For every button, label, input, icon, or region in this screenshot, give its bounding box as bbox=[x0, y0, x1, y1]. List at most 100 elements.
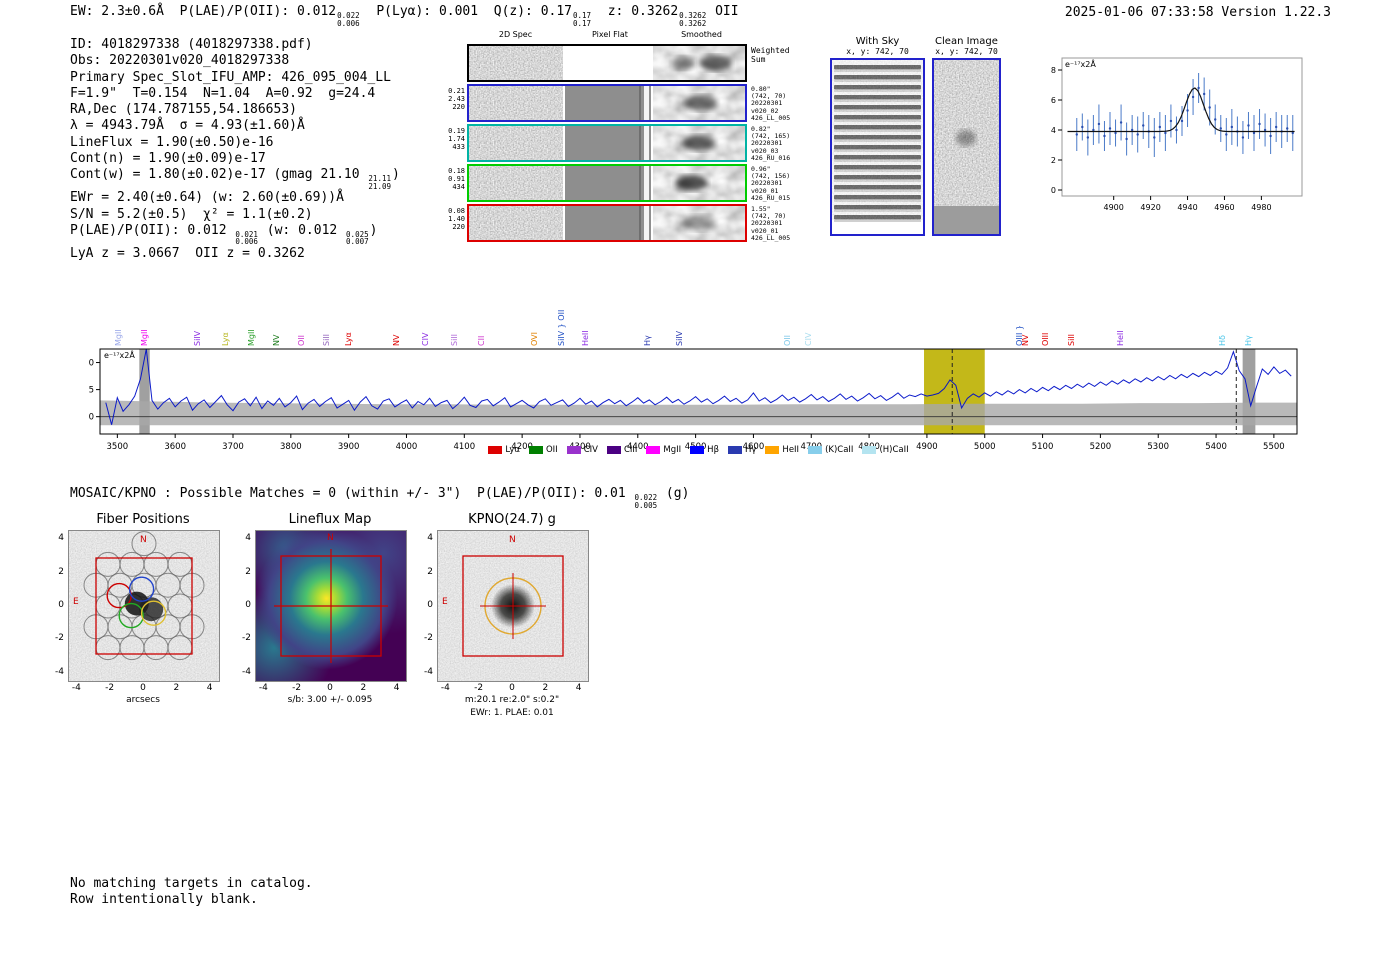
info-line: F=1.9" T=0.154 N=1.04 A=0.92 g=24.4 bbox=[70, 85, 376, 101]
kpno-title: KPNO(24.7) g bbox=[468, 512, 556, 527]
legend-swatch bbox=[862, 446, 877, 454]
footer-line: Row intentionally blank. bbox=[70, 891, 258, 907]
svg-text:0: 0 bbox=[89, 413, 94, 423]
compass-east-label: E bbox=[73, 597, 79, 607]
summary-header: EW: 2.3±0.6Å P(LAE)/P(OII): 0.012 0.022 0.… bbox=[70, 4, 739, 28]
detection-info-block: ID: 4018297338 (4018297338.pdf) Obs: 2022… bbox=[70, 37, 400, 262]
fiber-positions-graphic bbox=[69, 531, 219, 681]
svg-text:4: 4 bbox=[1051, 126, 1056, 135]
info-line: Obs: 20220301v020_4018297338 bbox=[70, 53, 290, 69]
y-tick-label: -4 bbox=[55, 666, 64, 677]
compass-north-label: N bbox=[509, 535, 516, 545]
info-line: ID: 4018297338 (4018297338.pdf) bbox=[70, 37, 313, 52]
y-tick-label: 2 bbox=[245, 566, 251, 577]
info-line: Cont(w) = 1.80(±0.02)e-17 (gmag 21.10 21… bbox=[70, 167, 400, 191]
y-tick-label: -2 bbox=[424, 633, 433, 644]
x-tick-label: 0 bbox=[140, 683, 146, 693]
y-tick-label: 2 bbox=[427, 566, 433, 577]
legend-swatch bbox=[808, 446, 823, 454]
x-tick-label: 0 bbox=[509, 683, 515, 693]
x-tick-label: 2 bbox=[542, 683, 549, 693]
svg-text:4960: 4960 bbox=[1214, 203, 1234, 212]
info-line: P(LAE)/P(OII): 0.012 0.021 0.006 (w: 0.01… bbox=[70, 222, 378, 247]
lineflux-map-image: N bbox=[255, 530, 407, 682]
x-tick-label: 4 bbox=[575, 683, 582, 693]
2d-spec-row: 0.08 1.40 220 1.55" (742, 70) 20220301 v020_01… bbox=[448, 204, 790, 242]
legend-item: CIII bbox=[606, 445, 637, 455]
info-line: S/N = 5.2(±0.5) χ² = 1.1(±0.2) bbox=[70, 206, 313, 222]
svg-text:e⁻¹⁷x2Å: e⁻¹⁷x2Å bbox=[104, 349, 135, 360]
legend-item: Hγ bbox=[728, 445, 756, 455]
svg-text:10: 10 bbox=[88, 359, 94, 369]
y-tick-label: 4 bbox=[58, 533, 64, 544]
svg-text:5: 5 bbox=[89, 386, 94, 396]
catalog-match-line: MOSAIC/KPNO : Possible Matches = 0 (with… bbox=[70, 486, 690, 510]
svg-text:0: 0 bbox=[1051, 186, 1056, 195]
line-fit-inset-plot: 4900 4920 4940 4960 4980 0 2 4 6 8 e⁻¹⁷x2Å bbox=[1051, 57, 1303, 212]
x-tick-label: -4 bbox=[440, 683, 450, 693]
fiber-positions-title: Fiber Positions bbox=[96, 512, 190, 527]
clean-noise-image bbox=[934, 60, 999, 234]
elixer-report-page: EW: 2.3±0.6Å P(LAE)/P(OII): 0.012 0.022 0.… bbox=[0, 0, 1400, 953]
legend-swatch bbox=[646, 446, 661, 454]
clean-image-box bbox=[932, 58, 1001, 236]
info-line: Cont(n) = 1.90(±0.09)e-17 bbox=[70, 151, 266, 167]
row-annotation: 0.82" (742, 165) 20220301 v020_03 426_RU_016 bbox=[751, 125, 791, 162]
legend-swatch bbox=[690, 446, 705, 454]
y-tick-label: 0 bbox=[427, 600, 433, 610]
compass-north-label: N bbox=[327, 533, 334, 543]
legend-item: Hβ bbox=[690, 445, 719, 455]
kpno-xlabel2: EWr: 1. PLAE: 0.01 bbox=[470, 708, 554, 718]
svg-text:4900: 4900 bbox=[1104, 203, 1124, 212]
row-annotation: 0.80" (742, 70) 20220301 v020_02 426_LL_005 bbox=[751, 85, 791, 122]
svg-text:2: 2 bbox=[1051, 156, 1056, 165]
y-tick-label: -4 bbox=[242, 666, 251, 677]
legend-swatch bbox=[765, 446, 780, 454]
kpno-graphic bbox=[438, 531, 588, 681]
2d-spec-row: 0.21 2.43 220 0.80" (742, 70) 20220301 v020_02… bbox=[448, 84, 790, 122]
row-scale-values: 0.18 0.91 434 bbox=[448, 167, 465, 192]
info-line: λ = 4943.79Å σ = 4.93(±1.60)Å bbox=[70, 118, 305, 134]
legend-item: OII bbox=[528, 445, 558, 455]
legend-item: MgII bbox=[646, 445, 681, 455]
y-tick-label: 4 bbox=[245, 533, 251, 544]
timestamp: 2025-01-06 07:33:58 Version 1.22.3 bbox=[1064, 5, 1331, 20]
legend-item: CIV bbox=[566, 445, 598, 455]
sup-sub-value: 0.022 0.006 bbox=[337, 11, 360, 28]
sup-sub-value: 0.17 0.17 bbox=[573, 11, 592, 28]
svg-text:4920: 4920 bbox=[1140, 203, 1160, 212]
row-scale-values: 0.08 1.40 220 bbox=[448, 207, 465, 232]
emission-line-labels: MgII MgII SiIV Lyα MgII NV OII SiII Lyα NV CIV SiII… bbox=[0, 278, 1400, 348]
clean-image-panel: Clean Image x, y: 742, 70 bbox=[932, 36, 1001, 236]
spectrum-legend: Lyα OII CIV CIII MgII Hβ Hγ HeII (K)CaII (H)CaII bbox=[100, 445, 1297, 455]
legend-swatch bbox=[528, 446, 543, 454]
sup-sub-value: 0.025 0.007 bbox=[346, 229, 369, 247]
svg-text:e⁻¹⁷x2Å: e⁻¹⁷x2Å bbox=[1065, 58, 1096, 69]
legend-item: HeII bbox=[765, 445, 799, 455]
info-line: LyA z = 3.0667 OII z = 0.3262 bbox=[70, 245, 305, 261]
x-tick-label: 2 bbox=[360, 683, 367, 693]
sup-sub-value: 21.11 21.09 bbox=[368, 174, 391, 191]
svg-text:6: 6 bbox=[1051, 96, 1056, 105]
lineflux-map-xlabel: s/b: 3.00 +/- 0.095 bbox=[287, 695, 373, 705]
row-annotation: 1.55" (742, 70) 20220301 v020_01 426_LL_005 bbox=[751, 205, 791, 242]
col-header-pixelflat: Pixel Flat bbox=[592, 30, 628, 39]
clean-image-coords: x, y: 742, 70 bbox=[935, 47, 998, 56]
sup-sub-value: 0.3262 0.3262 bbox=[679, 11, 707, 28]
kpno-image: N E bbox=[437, 530, 589, 682]
lineflux-overlay bbox=[274, 549, 388, 663]
info-line: LineFlux = 1.90(±0.50)e-16 bbox=[70, 134, 274, 150]
x-tick-label: -4 bbox=[71, 683, 81, 693]
x-tick-label: -2 bbox=[474, 683, 484, 693]
y-tick-label: 0 bbox=[245, 600, 251, 610]
compass-north-label: N bbox=[140, 535, 147, 545]
fiber-positions-image: N E bbox=[68, 530, 220, 682]
x-tick-label: -4 bbox=[258, 683, 268, 693]
2d-spec-row: 0.18 0.91 434 0.96" (742, 156) 20220301 v020_0… bbox=[448, 164, 790, 202]
legend-item: Lyα bbox=[488, 445, 520, 455]
kpno-panel: KPNO(24.7) g N E m:20.1 re:2.0" s:0.2" E… bbox=[411, 512, 631, 722]
legend-swatch bbox=[566, 446, 581, 454]
fiber-positions-xlabel: arcsecs bbox=[126, 695, 160, 705]
x-tick-label: -2 bbox=[292, 683, 302, 693]
2d-spec-row: 0.19 1.74 433 0.82" (742, 165) 20220301 v020_0… bbox=[448, 124, 790, 162]
